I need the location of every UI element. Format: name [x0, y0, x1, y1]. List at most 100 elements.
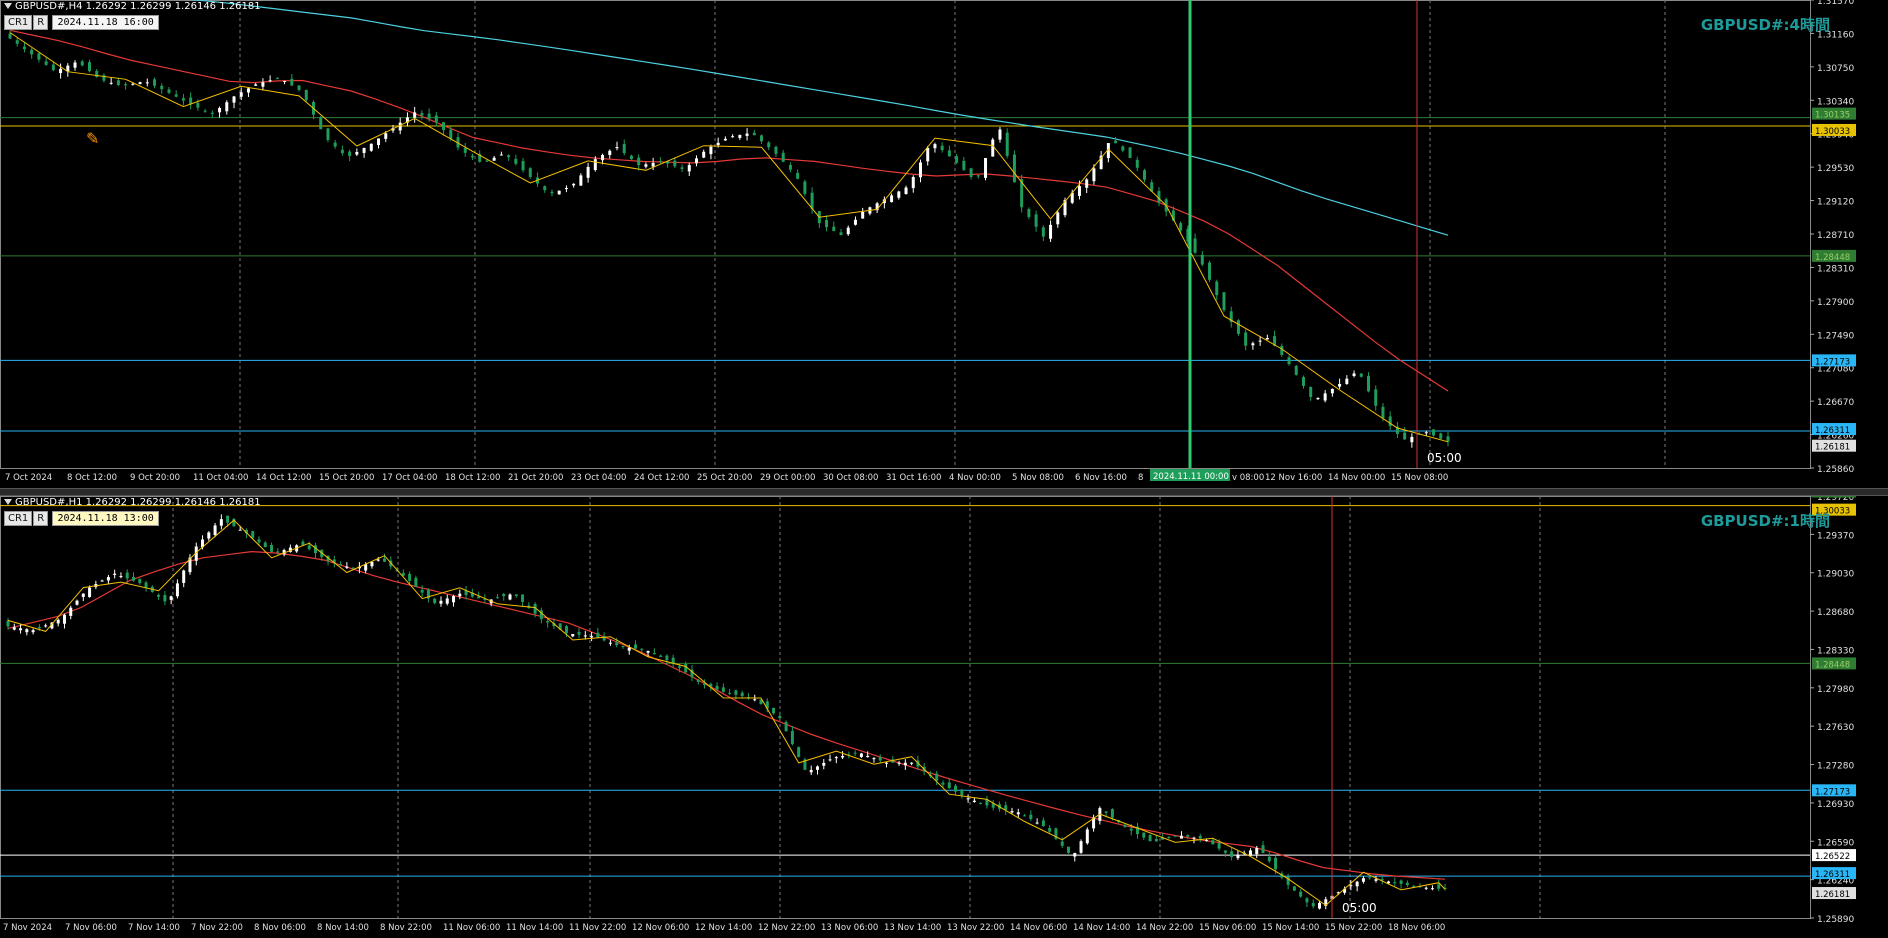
candle-body [44, 625, 48, 627]
candle-body [586, 166, 590, 178]
candle-body [976, 175, 980, 177]
h1-chart-canvas[interactable]: 1.297201.293701.290301.286801.283301.279… [0, 496, 1888, 938]
candle-body [825, 219, 829, 228]
candle-body [514, 594, 518, 597]
time-tick-label: 11 Nov 14:00 [506, 923, 563, 933]
candle-body [1010, 811, 1014, 813]
candle-body [226, 515, 230, 523]
candle-body [897, 191, 901, 198]
collapse-triangle-icon[interactable] [4, 3, 12, 9]
collapse-triangle-icon[interactable] [4, 499, 12, 505]
candle-body [596, 632, 600, 638]
candle-body [398, 122, 402, 131]
candle-body [1305, 898, 1309, 903]
candle-body [1439, 433, 1443, 439]
candle-body [364, 564, 368, 571]
candle-body [51, 64, 55, 71]
candle-body [81, 593, 85, 597]
candle-body [124, 84, 128, 86]
candle-body [1311, 903, 1315, 907]
candle-body [740, 692, 744, 696]
candle-body [677, 666, 681, 668]
candle-body [673, 160, 677, 167]
time-tick-label: 5 Nov 08:00 [1012, 473, 1064, 483]
candle-body [477, 596, 481, 599]
time-tick-label: 18 Oct 12:00 [445, 473, 500, 483]
candle-body [772, 707, 776, 714]
candle-body [348, 151, 352, 156]
r-button[interactable]: R [33, 511, 49, 526]
candle-body [1154, 838, 1158, 842]
candle-body [1309, 386, 1313, 397]
h4-chart-panel[interactable]: 1.315701.311601.307501.303401.299401.295… [0, 0, 1888, 488]
candle-body [87, 62, 91, 72]
time-tick-label: 8 [1138, 473, 1143, 483]
candle-body [1316, 397, 1320, 400]
price-tick-label: 1.27630 [1817, 723, 1854, 733]
candle-body [590, 636, 594, 638]
candle-body [169, 596, 173, 600]
candle-body [1244, 332, 1248, 346]
cr1-button[interactable]: CR1 [4, 511, 33, 526]
candle-body [577, 631, 581, 635]
candle-body [947, 150, 951, 157]
cr1-button[interactable]: CR1 [4, 15, 33, 30]
candle-body [502, 594, 506, 597]
candle-body [1035, 822, 1039, 824]
candle-body [12, 627, 16, 630]
candle-body [903, 762, 907, 766]
h4-chart-canvas[interactable]: 1.315701.311601.307501.303401.299401.295… [0, 0, 1888, 488]
candle-body [866, 755, 870, 758]
candle-body [753, 699, 757, 701]
candle-body [815, 766, 819, 770]
candle-body [157, 594, 161, 597]
candle-body [853, 752, 857, 754]
candle-body [652, 652, 656, 654]
candle-body [721, 687, 725, 692]
h1-chart-panel[interactable]: 1.29720 1.29370 1.29030 1.28680 1.28330 1.279… [0, 496, 1888, 938]
candle-body [998, 129, 1002, 140]
time-tick-label: 14 Nov 00:00 [1328, 473, 1385, 483]
candle-body [778, 715, 782, 719]
candle-body [369, 143, 373, 151]
level-price-tag-text: 1.27173 [1815, 787, 1850, 797]
time-tick-label: 11 Nov 22:00 [569, 923, 626, 933]
candle-body [608, 150, 612, 156]
r-button[interactable]: R [33, 15, 49, 30]
candle-body [1323, 393, 1327, 401]
candle-body [1236, 320, 1240, 334]
candle-body [196, 102, 200, 108]
candle-body [8, 33, 12, 39]
candle-body [182, 570, 186, 583]
price-tick-label: 1.26670 [1817, 398, 1854, 408]
candle-body [809, 769, 813, 773]
candle-body [37, 626, 41, 629]
candle-body [238, 529, 242, 531]
time-tick-label: 21 Oct 20:00 [508, 473, 563, 483]
candle-body [15, 40, 19, 44]
candle-body [263, 542, 267, 548]
candle-body [106, 577, 110, 581]
candle-body [1265, 338, 1269, 340]
cursor-time-tag-text: 2024.11.11 00:00 [1153, 472, 1229, 482]
time-tick-label: 15 Nov 14:00 [1262, 923, 1319, 933]
h1-watermark-label: GBPUSD#:1時間 [1700, 512, 1830, 530]
candle-body [665, 655, 669, 661]
candle-body [1230, 851, 1234, 857]
candle-body [420, 589, 424, 593]
time-tick-label: 30 Oct 08:00 [823, 473, 878, 483]
candle-body [1437, 884, 1441, 889]
candle-body [521, 594, 525, 602]
candle-body [1193, 238, 1197, 253]
candle-body [351, 567, 355, 569]
candle-body [760, 135, 764, 142]
candle-body [340, 149, 344, 154]
candle-body [1085, 179, 1089, 188]
candle-body [1388, 416, 1392, 427]
candle-body [644, 164, 648, 167]
candle-body [75, 600, 79, 605]
candle-body [1085, 829, 1089, 844]
candle-body [832, 226, 836, 232]
panel-separator[interactable] [0, 488, 1888, 496]
candle-body [646, 650, 650, 653]
